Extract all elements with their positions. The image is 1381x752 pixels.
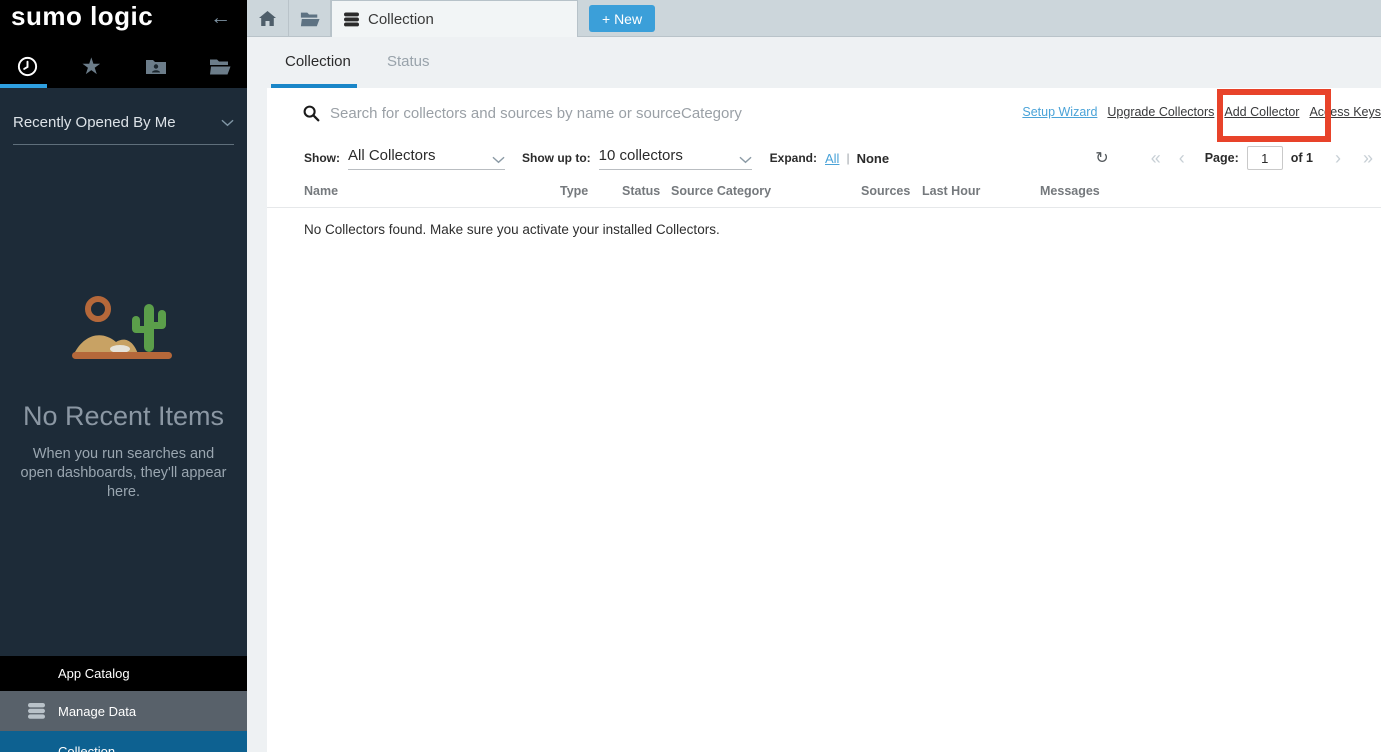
collection-stack-icon xyxy=(344,12,359,27)
expand-label: Expand: xyxy=(770,151,817,165)
chevron-down-icon xyxy=(739,156,752,164)
recents-clock-icon[interactable] xyxy=(12,51,42,81)
favorites-star-icon[interactable]: ★ xyxy=(76,51,106,81)
setup-wizard-link[interactable]: Setup Wizard xyxy=(1022,105,1097,119)
next-page-icon[interactable]: › xyxy=(1335,149,1341,167)
sidebar-bottom-menu: App Catalog Manage Data Collection xyxy=(0,656,247,752)
show-label: Show: xyxy=(304,151,340,165)
main-area: Collection + New Collection Status Setup… xyxy=(247,0,1381,752)
subtab-collection[interactable]: Collection xyxy=(285,53,351,70)
recently-opened-dropdown[interactable]: Recently Opened By Me xyxy=(13,114,234,145)
page-label: Page: xyxy=(1205,151,1239,165)
column-header-status[interactable]: Status xyxy=(622,184,671,198)
previous-page-icon[interactable]: ‹ xyxy=(1179,149,1185,167)
collectors-table-header: Name Type Status Source Category Sources… xyxy=(267,184,1381,208)
sidebar-header: sumo logic ← ★ xyxy=(0,0,247,88)
document-tab-bar: Collection + New xyxy=(247,0,1381,37)
first-page-icon[interactable]: « xyxy=(1151,149,1161,167)
show-collectors-select[interactable]: All Collectors xyxy=(348,147,505,170)
sidebar-nav: ★ xyxy=(0,50,247,82)
no-recent-items-description: When you run searches and open dashboard… xyxy=(16,445,232,502)
expand-all-link[interactable]: All xyxy=(825,151,839,166)
access-keys-link[interactable]: Access Keys xyxy=(1309,105,1381,119)
collapse-sidebar-icon[interactable]: ← xyxy=(210,6,231,30)
sun-icon xyxy=(88,299,108,319)
chevron-down-icon xyxy=(492,156,505,164)
search-input[interactable] xyxy=(330,105,760,122)
sumo-logic-logo: sumo logic xyxy=(11,1,153,32)
no-recent-items-title: No Recent Items xyxy=(0,401,247,432)
refresh-icon[interactable]: ↻ xyxy=(1095,148,1108,168)
app-window: sumo logic ← ★ xyxy=(0,0,1381,752)
new-button[interactable]: + New xyxy=(589,5,655,32)
collector-action-links: Setup Wizard Upgrade Collectors Add Coll… xyxy=(1012,105,1381,119)
recently-opened-label: Recently Opened By Me xyxy=(13,114,176,131)
expand-none-link[interactable]: None xyxy=(857,151,890,166)
column-header-messages[interactable]: Messages xyxy=(1040,184,1381,198)
chevron-down-icon xyxy=(221,119,234,127)
page-number-input[interactable] xyxy=(1247,146,1283,170)
add-collector-link[interactable]: Add Collector xyxy=(1224,105,1299,119)
empty-collectors-message: No Collectors found. Make sure you activ… xyxy=(267,208,1381,237)
expand-separator: | xyxy=(846,151,849,165)
sidebar-item-manage-data[interactable]: Manage Data xyxy=(0,691,247,731)
sidebar-item-app-catalog[interactable]: App Catalog xyxy=(0,656,247,691)
library-folder-icon[interactable] xyxy=(205,51,235,81)
collection-panel: Setup Wizard Upgrade Collectors Add Coll… xyxy=(267,88,1381,752)
search-row: Setup Wizard Upgrade Collectors Add Coll… xyxy=(267,88,1381,138)
collection-subtabs: Collection Status xyxy=(247,37,1381,88)
tab-collection-label: Collection xyxy=(368,11,434,28)
search-icon xyxy=(303,105,320,122)
sidebar-item-collection[interactable]: Collection xyxy=(0,731,247,752)
database-stack-icon xyxy=(28,703,45,719)
tab-collection[interactable]: Collection xyxy=(331,0,578,37)
column-header-source-category[interactable]: Source Category xyxy=(671,184,861,198)
shared-content-folder-icon[interactable] xyxy=(141,51,171,81)
desert-illustration xyxy=(0,292,247,375)
home-icon xyxy=(259,11,276,26)
show-up-to-label: Show up to: xyxy=(522,151,591,165)
show-up-to-select[interactable]: 10 collectors xyxy=(599,147,752,170)
last-page-icon[interactable]: » xyxy=(1363,149,1373,167)
pagination: ↻ « ‹ Page: of 1 › » xyxy=(1095,138,1373,178)
home-button[interactable] xyxy=(247,0,289,37)
column-header-last-hour[interactable]: Last Hour xyxy=(922,184,1040,198)
mound-icon xyxy=(74,335,138,354)
sidebar-body: Recently Opened By Me No xyxy=(0,114,247,752)
open-library-button[interactable] xyxy=(289,0,331,37)
sidebar: sumo logic ← ★ xyxy=(0,0,247,752)
upgrade-collectors-link[interactable]: Upgrade Collectors xyxy=(1107,105,1214,119)
page-of-label: of 1 xyxy=(1291,151,1313,165)
subtab-status[interactable]: Status xyxy=(387,53,430,70)
column-header-type[interactable]: Type xyxy=(560,184,622,198)
filter-row: Show: All Collectors Show up to: 10 coll… xyxy=(267,138,1381,178)
active-nav-indicator xyxy=(0,84,47,88)
ground-icon xyxy=(72,352,172,359)
folder-icon xyxy=(300,11,320,27)
column-header-sources[interactable]: Sources xyxy=(861,184,922,198)
column-header-name[interactable]: Name xyxy=(304,184,560,198)
